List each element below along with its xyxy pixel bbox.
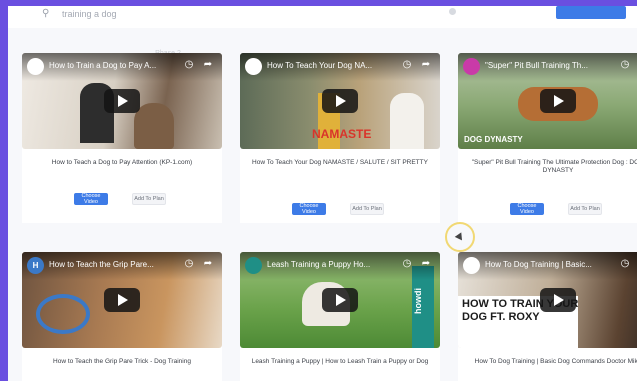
clock-icon[interactable]: ◷	[619, 59, 631, 71]
video-caption: "Super" Pit Bull Training The Ultimate P…	[471, 159, 637, 174]
choose-video-button[interactable]: Choose Video	[510, 203, 544, 215]
top-action-button[interactable]	[556, 6, 626, 19]
video-title: How to Train a Dog to Pay A...	[49, 61, 157, 70]
channel-avatar	[463, 257, 480, 274]
channel-avatar: H	[27, 257, 44, 274]
video-thumbnail[interactable]: howdi Leash Training a Puppy Ho... ◷ ➦	[240, 252, 440, 348]
clock-icon[interactable]: ◷	[183, 258, 195, 270]
video-title: How To Teach Your Dog NA...	[267, 61, 373, 70]
status-dot	[449, 8, 456, 15]
channel-avatar	[245, 257, 262, 274]
share-icon[interactable]: ➦	[420, 59, 432, 71]
channel-avatar	[245, 58, 262, 75]
video-caption: How To Dog Training | Basic Dog Commands…	[474, 358, 637, 365]
video-thumbnail[interactable]: H How to Teach the Grip Pare... ◷ ➦	[22, 252, 222, 348]
dog-figure	[390, 93, 424, 149]
thumbnail-overlay-text: howdi	[413, 288, 423, 314]
play-button[interactable]	[322, 288, 358, 312]
choose-video-button[interactable]: Choose Video	[292, 203, 326, 215]
video-thumbnail[interactable]: DOG DYNASTY "Super" Pit Bull Training Th…	[458, 53, 637, 149]
video-caption: Leash Training a Puppy | How to Leash Tr…	[251, 358, 429, 365]
channel-avatar	[27, 58, 44, 75]
video-card: H How to Teach the Grip Pare... ◷ ➦ How …	[22, 252, 222, 381]
video-caption: How To Teach Your Dog NAMASTE / SALUTE /…	[252, 159, 428, 166]
play-button[interactable]	[104, 288, 140, 312]
video-thumbnail[interactable]: NAMASTE How To Teach Your Dog NA... ◷ ➦	[240, 53, 440, 149]
video-caption: How to Teach the Grip Pare Trick - Dog T…	[53, 358, 191, 365]
share-icon[interactable]: ➦	[202, 258, 214, 270]
add-to-plan-button[interactable]: Add To Plan	[132, 193, 166, 205]
app-frame: ⚲ Phase 2 How to Train a Dog to Pay A...…	[8, 6, 637, 381]
channel-avatar	[463, 58, 480, 75]
clock-icon[interactable]: ◷	[183, 59, 195, 71]
play-button[interactable]	[322, 89, 358, 113]
video-card: How to Train a Dog to Pay A... ◷ ➦ How t…	[22, 53, 222, 223]
video-title: "Super" Pit Bull Training Th...	[485, 61, 588, 70]
video-thumbnail[interactable]: HOW TO TRAIN YOUR DOG FT. ROXY How To Do…	[458, 252, 637, 348]
video-title: How To Dog Training | Basic...	[485, 260, 592, 269]
video-thumbnail[interactable]: How to Train a Dog to Pay A... ◷ ➦	[22, 53, 222, 149]
video-caption: How to Teach a Dog to Pay Attention (KP-…	[51, 159, 193, 166]
video-title: Leash Training a Puppy Ho...	[267, 260, 371, 269]
add-to-plan-button[interactable]: Add To Plan	[350, 203, 384, 215]
video-card: HOW TO TRAIN YOUR DOG FT. ROXY How To Do…	[458, 252, 637, 381]
search-input[interactable]	[62, 8, 302, 20]
clock-icon[interactable]: ◷	[401, 258, 413, 270]
share-icon[interactable]: ➦	[420, 258, 432, 270]
play-button[interactable]	[540, 89, 576, 113]
thumbnail-overlay-text: DOG DYNASTY	[464, 135, 523, 144]
video-card: howdi Leash Training a Puppy Ho... ◷ ➦ L…	[240, 252, 440, 381]
video-title: How to Teach the Grip Pare...	[49, 260, 154, 269]
video-card: DOG DYNASTY "Super" Pit Bull Training Th…	[458, 53, 637, 223]
clock-icon[interactable]: ◷	[401, 59, 413, 71]
clock-icon[interactable]: ◷	[619, 258, 631, 270]
video-card: NAMASTE How To Teach Your Dog NA... ◷ ➦ …	[240, 53, 440, 223]
dog-figure	[134, 103, 174, 149]
share-icon[interactable]: ➦	[202, 59, 214, 71]
top-bar: ⚲	[8, 6, 637, 28]
play-button[interactable]	[540, 288, 576, 312]
add-to-plan-button[interactable]: Add To Plan	[568, 203, 602, 215]
choose-video-button[interactable]: Choose Video	[74, 193, 108, 205]
thumbnail-overlay-text: NAMASTE	[312, 127, 372, 141]
search-icon: ⚲	[42, 8, 50, 19]
play-button[interactable]	[104, 89, 140, 113]
tug-ring	[36, 294, 90, 334]
